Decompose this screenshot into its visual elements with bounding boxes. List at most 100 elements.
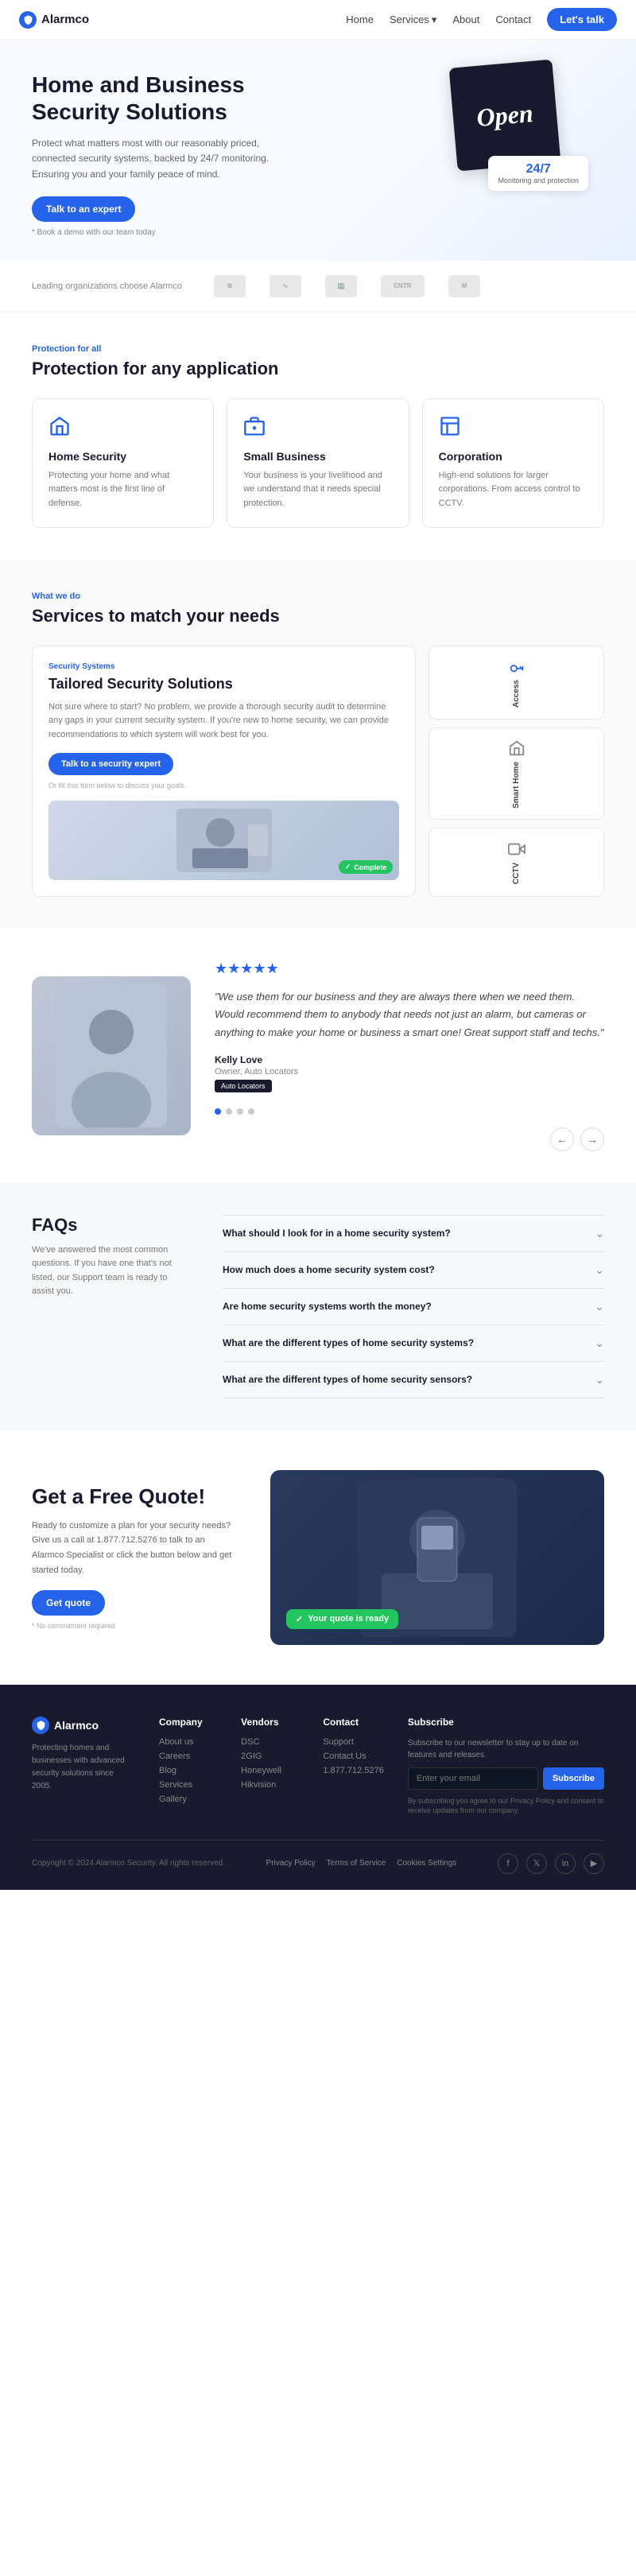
footer-link-services[interactable]: Services — [159, 1780, 217, 1790]
protection-section-label: Protection for all — [32, 344, 604, 354]
hero-small-link: * Book a demo with our team today — [32, 228, 302, 237]
twitter-icon[interactable]: 𝕏 — [526, 1853, 547, 1874]
footer-link-dsc[interactable]: DSC — [241, 1737, 299, 1747]
partner-logo-1: ⚙ — [214, 275, 246, 297]
carousel-next-button[interactable]: → — [580, 1127, 604, 1151]
faq-description: We've answered the most common questions… — [32, 1243, 191, 1299]
testimonial-image — [32, 976, 191, 1135]
footer-brand: Alarmco Protecting homes and businesses … — [32, 1717, 135, 1816]
service-tab-cctv[interactable]: CCTV — [429, 828, 604, 897]
faq-list: What should I look for in a home securit… — [223, 1215, 604, 1399]
dot-1[interactable] — [215, 1108, 221, 1115]
dot-2[interactable] — [226, 1108, 232, 1115]
hero-content: Home and Business Security Solutions Pro… — [32, 72, 302, 237]
corporation-icon — [439, 415, 464, 440]
footer-privacy-note: By subscribing you agree to our Privacy … — [408, 1796, 604, 1816]
subscribe-button[interactable]: Subscribe — [543, 1767, 604, 1790]
footer-link-gallery[interactable]: Gallery — [159, 1794, 217, 1804]
service-image: ✓ Complete — [48, 801, 399, 880]
social-icons: f 𝕏 in ▶ — [498, 1853, 604, 1874]
testimonial-company-badge: Auto Locators — [215, 1080, 272, 1092]
facebook-icon[interactable]: f — [498, 1853, 518, 1874]
quote-ready-badge: ✓ Your quote is ready — [286, 1609, 398, 1629]
navbar: Alarmco Home Services ▾ About Contact Le… — [0, 0, 636, 40]
quote-description: Ready to customize a plan for your secur… — [32, 1519, 238, 1578]
footer-subscribe-desc: Subscribe to our newsletter to stay up t… — [408, 1737, 604, 1761]
nav-contact[interactable]: Contact — [495, 14, 531, 25]
service-main-panel: Security Systems Tailored Security Solut… — [32, 646, 416, 898]
small-business-icon — [243, 415, 269, 440]
nav-cta-button[interactable]: Let's talk — [547, 8, 617, 31]
footer-link-2gig[interactable]: 2GIG — [241, 1752, 299, 1761]
service-tab-panels: Access Smart Home CCTV — [429, 646, 604, 898]
footer-privacy-link[interactable]: Privacy Policy — [266, 1859, 316, 1868]
faq-item-1[interactable]: How much does a home security system cos… — [223, 1252, 604, 1289]
card-2-title: Corporation — [439, 450, 588, 463]
hero-cta-button[interactable]: Talk to an expert — [32, 196, 135, 222]
faq-section: FAQs We've answered the most common ques… — [0, 1183, 636, 1430]
service-cta-button[interactable]: Talk to a security expert — [48, 753, 173, 775]
complete-badge: ✓ Complete — [339, 860, 394, 874]
logos-label: Leading organizations choose Alarmco — [32, 281, 182, 291]
youtube-icon[interactable]: ▶ — [584, 1853, 604, 1874]
testimonial-text: "We use them for our business and they a… — [215, 988, 604, 1041]
hero-title: Home and Business Security Solutions — [32, 72, 302, 125]
nav-home[interactable]: Home — [346, 14, 374, 25]
footer-subscribe-title: Subscribe — [408, 1717, 604, 1728]
footer-link-contact[interactable]: Contact Us — [323, 1752, 383, 1761]
faq-item-0[interactable]: What should I look for in a home securit… — [223, 1215, 604, 1252]
home-security-icon — [48, 415, 74, 440]
footer: Alarmco Protecting homes and businesses … — [0, 1685, 636, 1890]
partner-logos: Leading organizations choose Alarmco ⚙ ∿… — [0, 261, 636, 312]
faq-item-4[interactable]: What are the different types of home sec… — [223, 1362, 604, 1399]
footer-bottom: Copyright © 2024 Alarmco Security. All r… — [32, 1840, 604, 1874]
quote-cta-button[interactable]: Get quote — [32, 1590, 105, 1616]
carousel-prev-button[interactable]: ← — [550, 1127, 574, 1151]
linkedin-icon[interactable]: in — [555, 1853, 576, 1874]
footer-col-company: Company About us Careers Blog Services G… — [159, 1717, 217, 1816]
nav-services[interactable]: Services ▾ — [390, 14, 436, 26]
footer-cookies-link[interactable]: Cookies Settings — [397, 1859, 456, 1868]
footer-link-honeywell[interactable]: Honeywell — [241, 1766, 299, 1775]
protection-cards: Home Security Protecting your home and w… — [32, 398, 604, 528]
services-section-label: What we do — [32, 592, 604, 601]
dot-4[interactable] — [248, 1108, 254, 1115]
footer-col-contact: Contact Support Contact Us 1.877.712.527… — [323, 1717, 383, 1816]
faq-question-2: Are home security systems worth the mone… — [223, 1301, 432, 1312]
service-tab-access[interactable]: Access — [429, 646, 604, 720]
service-sub-label: Security Systems — [48, 662, 399, 671]
check-icon: ✓ — [296, 1614, 303, 1624]
faq-chevron-3: ⌄ — [595, 1336, 604, 1350]
footer-link-support[interactable]: Support — [323, 1737, 383, 1747]
testimonial-stars: ★★★★★ — [215, 960, 604, 977]
faq-item-3[interactable]: What are the different types of home sec… — [223, 1325, 604, 1362]
cctv-icon — [508, 840, 525, 858]
hero-image-area: Open 24/7 Monitoring and protection — [398, 48, 604, 207]
carousel-dots — [215, 1108, 604, 1115]
card-0-desc: Protecting your home and what matters mo… — [48, 469, 197, 511]
protection-section: Protection for all Protection for any ap… — [0, 312, 636, 560]
faq-chevron-0: ⌄ — [595, 1227, 604, 1240]
footer-link-careers[interactable]: Careers — [159, 1752, 217, 1761]
footer-link-phone[interactable]: 1.877.712.5276 — [323, 1766, 383, 1775]
footer-link-blog[interactable]: Blog — [159, 1766, 217, 1775]
service-tab-smarthome[interactable]: Smart Home — [429, 727, 604, 821]
faq-item-2[interactable]: Are home security systems worth the mone… — [223, 1289, 604, 1325]
hero-description: Protect what matters most with our reaso… — [32, 136, 302, 182]
cctv-tab-label: CCTV — [512, 863, 521, 884]
smart-home-icon — [508, 739, 525, 757]
services-grid: Security Systems Tailored Security Solut… — [32, 646, 604, 898]
faq-title: FAQs — [32, 1215, 191, 1236]
open-sign: Open — [449, 60, 561, 172]
nav-about[interactable]: About — [452, 14, 479, 25]
footer-link-hikvision[interactable]: Hikvision — [241, 1780, 299, 1790]
service-note: Or fill this form below to discuss your … — [48, 782, 399, 789]
footer-link-about[interactable]: About us — [159, 1737, 217, 1747]
dot-3[interactable] — [237, 1108, 243, 1115]
testimonial-section: ★★★★★ "We use them for our business and … — [0, 929, 636, 1182]
brand-logo[interactable]: Alarmco — [19, 11, 89, 29]
faq-left-panel: FAQs We've answered the most common ques… — [32, 1215, 191, 1399]
footer-terms-link[interactable]: Terms of Service — [327, 1859, 386, 1868]
subscribe-email-input[interactable] — [408, 1767, 538, 1790]
footer-col-vendors-title: Vendors — [241, 1717, 299, 1728]
